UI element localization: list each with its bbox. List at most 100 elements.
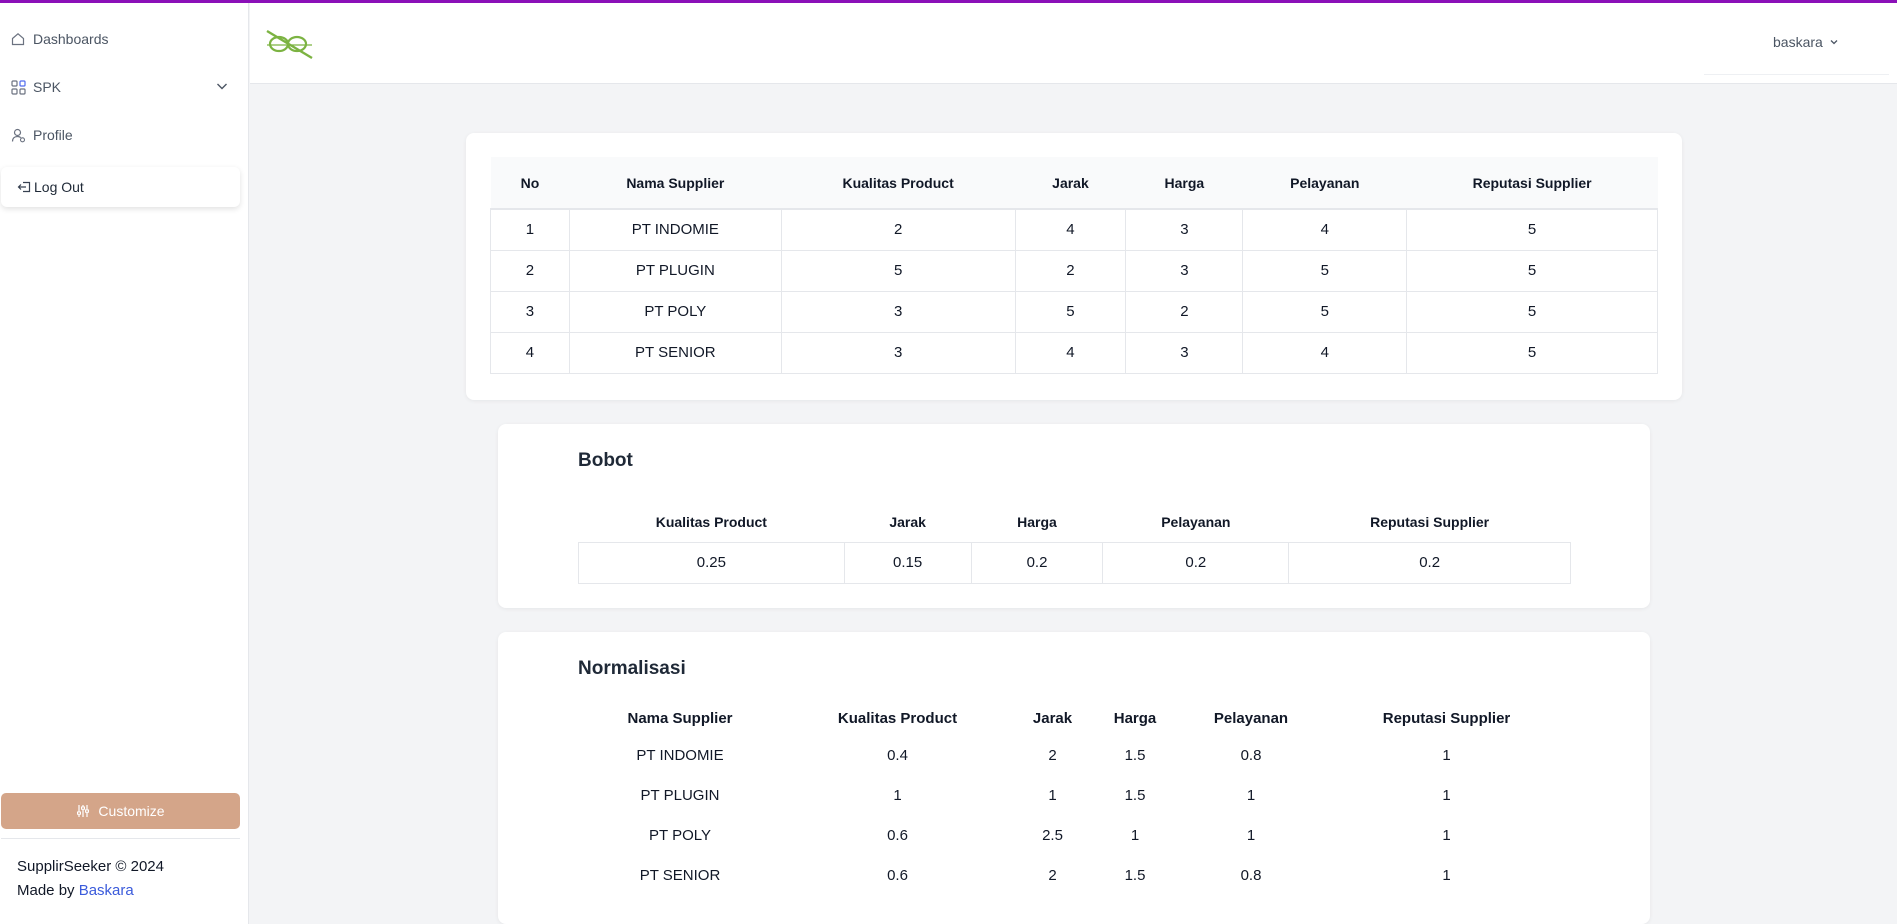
table-cell: 1 bbox=[1442, 866, 1451, 884]
table-cell: 2 bbox=[1125, 290, 1244, 333]
user-menu-divider bbox=[1704, 74, 1889, 75]
user-menu[interactable]: baskara bbox=[1773, 34, 1839, 50]
table-cell: PT SENIOR bbox=[639, 866, 721, 884]
column-header: Jarak bbox=[889, 513, 926, 530]
table-cell: PT POLY bbox=[568, 290, 782, 333]
table-row: 3 PT POLY 3 5 2 5 5 bbox=[490, 290, 1658, 333]
column-header: Nama Supplier bbox=[627, 709, 733, 727]
table-cell: 5 bbox=[1406, 331, 1658, 374]
table-cell: 1 bbox=[1048, 786, 1057, 804]
footer-brand: SupplirSeeker © 2024 bbox=[17, 858, 164, 875]
sidebar-item-dashboards[interactable]: Dashboards bbox=[0, 21, 249, 57]
customize-button[interactable]: Customize bbox=[1, 793, 240, 829]
table-row: PT PLUGIN 1 1 1.5 1 1 bbox=[578, 775, 1569, 815]
table-cell: 1 bbox=[1442, 826, 1451, 844]
suppliers-table: No Nama Supplier Kualitas Product Jarak … bbox=[490, 157, 1658, 374]
table-cell: 0.8 bbox=[1240, 866, 1262, 884]
table-row: 4 PT SENIOR 3 4 3 4 5 bbox=[490, 331, 1658, 374]
table-cell: 1 bbox=[490, 208, 570, 251]
table-cell: 0.2 bbox=[970, 541, 1104, 584]
column-header: Jarak bbox=[1032, 709, 1073, 727]
table-row: 2 PT PLUGIN 5 2 3 5 5 bbox=[490, 249, 1658, 292]
table-cell: PT INDOMIE bbox=[568, 208, 782, 251]
table-row: PT INDOMIE 0.4 2 1.5 0.8 1 bbox=[578, 735, 1569, 775]
table-cell: 5 bbox=[1406, 208, 1658, 251]
table-header-row: Nama Supplier Kualitas Product Jarak Har… bbox=[578, 701, 1569, 735]
table-cell: 4 bbox=[490, 331, 570, 374]
table-cell: 3 bbox=[1125, 249, 1244, 292]
table-cell: 1 bbox=[1442, 746, 1451, 764]
sidebar-item-label: SPK bbox=[33, 79, 62, 95]
column-header: Kualitas Product bbox=[781, 157, 1015, 210]
table-cell: 0.6 bbox=[887, 866, 908, 884]
sidebar-footer: SupplirSeeker © 2024 Made by Baskara bbox=[17, 855, 164, 903]
bobot-table: Kualitas Product Jarak Harga Pelayanan R… bbox=[578, 502, 1571, 584]
column-header: Harga bbox=[1125, 157, 1243, 210]
sidebar: Dashboards SPK Profile Log Out Customize… bbox=[0, 0, 249, 924]
table-cell: 2.5 bbox=[1042, 826, 1063, 844]
table-cell: 0.4 bbox=[887, 746, 908, 764]
normalisasi-card: Normalisasi Nama Supplier Kualitas Produ… bbox=[498, 632, 1650, 924]
footer-made-by: Made by bbox=[17, 882, 79, 899]
table-cell: 5 bbox=[1406, 249, 1658, 292]
table-cell: PT PLUGIN bbox=[568, 249, 782, 292]
table-cell: 1 bbox=[893, 786, 902, 804]
column-header: Harga bbox=[1113, 709, 1157, 727]
column-header: Pelayanan bbox=[1161, 513, 1231, 530]
sidebar-item-spk[interactable]: SPK bbox=[0, 69, 249, 105]
logout-icon bbox=[17, 180, 31, 194]
table-header-row: Kualitas Product Jarak Harga Pelayanan R… bbox=[579, 502, 1571, 542]
table-cell: 3 bbox=[1125, 331, 1244, 374]
column-header: Kualitas Product bbox=[655, 513, 767, 530]
table-cell: 1.5 bbox=[1124, 746, 1146, 764]
table-cell: 0.2 bbox=[1102, 541, 1290, 584]
username: baskara bbox=[1773, 34, 1823, 50]
table-cell: 4 bbox=[1242, 208, 1408, 251]
sidebar-divider bbox=[1, 838, 240, 839]
column-header: Reputasi Supplier bbox=[1382, 709, 1511, 727]
table-cell: 3 bbox=[1125, 208, 1244, 251]
footer-author-link[interactable]: Baskara bbox=[79, 882, 134, 899]
table-cell: 3 bbox=[780, 290, 1016, 333]
table-cell: 0.15 bbox=[843, 541, 972, 584]
table-cell: 3 bbox=[490, 290, 570, 333]
column-header: Reputasi Supplier bbox=[1406, 157, 1658, 210]
table-cell: 4 bbox=[1242, 331, 1408, 374]
top-accent-bar bbox=[0, 0, 1897, 3]
table-cell: 5 bbox=[1242, 249, 1408, 292]
column-header: Nama Supplier bbox=[569, 157, 782, 210]
table-cell: PT SENIOR bbox=[568, 331, 782, 374]
table-cell: PT INDOMIE bbox=[636, 746, 724, 764]
app-logo[interactable] bbox=[265, 27, 315, 61]
table-cell: 2 bbox=[490, 249, 570, 292]
table-cell: PT POLY bbox=[649, 826, 711, 844]
sliders-icon bbox=[76, 804, 90, 818]
bobot-title: Bobot bbox=[578, 450, 633, 471]
table-cell: 1 bbox=[1442, 786, 1451, 804]
column-header: Pelayanan bbox=[1213, 709, 1289, 727]
sidebar-item-profile[interactable]: Profile bbox=[0, 117, 249, 153]
suppliers-card: No Nama Supplier Kualitas Product Jarak … bbox=[466, 133, 1682, 400]
grid-icon bbox=[10, 79, 26, 95]
column-header: Harga bbox=[1017, 513, 1057, 530]
table-cell: 1.5 bbox=[1124, 786, 1146, 804]
table-cell: PT PLUGIN bbox=[640, 786, 720, 804]
logout-label: Log Out bbox=[34, 179, 84, 195]
table-row: 0.25 0.15 0.2 0.2 0.2 bbox=[578, 541, 1571, 584]
table-cell: 5 bbox=[1014, 290, 1127, 333]
table-cell: 0.6 bbox=[887, 826, 908, 844]
table-cell: 3 bbox=[780, 331, 1016, 374]
column-header: Pelayanan bbox=[1242, 157, 1407, 210]
table-cell: 2 bbox=[1048, 746, 1057, 764]
sidebar-item-label: Dashboards bbox=[33, 31, 109, 47]
top-header: baskara bbox=[250, 3, 1897, 84]
home-icon bbox=[10, 31, 26, 47]
column-header: No bbox=[490, 157, 570, 210]
table-cell: 1.5 bbox=[1124, 866, 1146, 884]
chevron-down-icon[interactable] bbox=[215, 79, 229, 96]
table-header-row: No Nama Supplier Kualitas Product Jarak … bbox=[490, 157, 1658, 210]
table-cell: 5 bbox=[1406, 290, 1658, 333]
normalisasi-title: Normalisasi bbox=[578, 658, 686, 679]
column-header: Kualitas Product bbox=[837, 709, 958, 727]
logout-button[interactable]: Log Out bbox=[1, 167, 240, 207]
